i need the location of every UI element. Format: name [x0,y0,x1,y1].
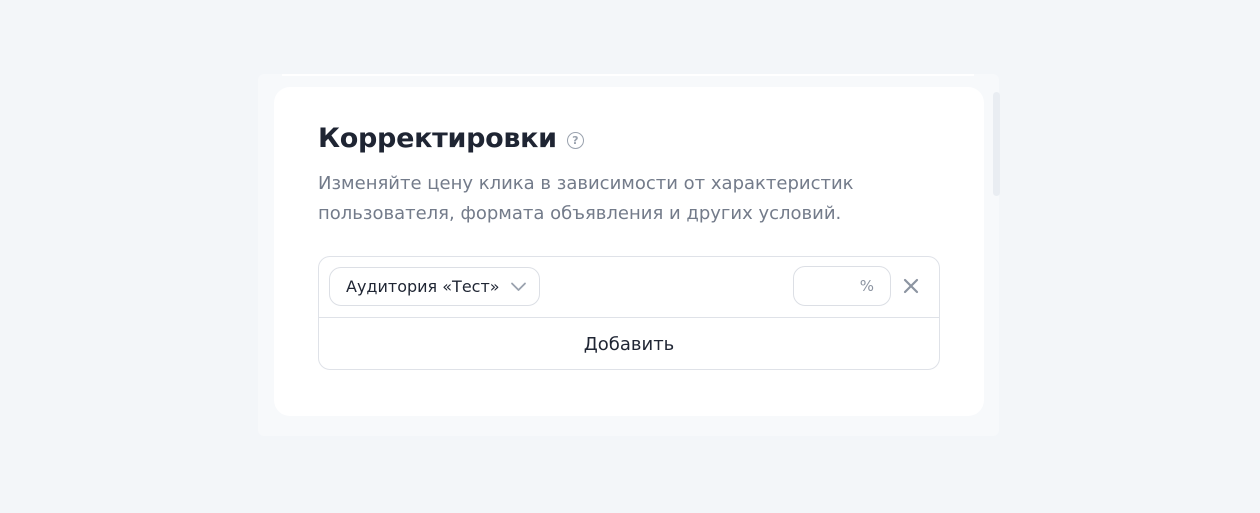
panel-top-divider [282,74,974,76]
add-button[interactable]: Добавить [319,318,939,370]
percent-sign: % [859,277,874,295]
page-title: Корректировки [318,123,557,154]
audience-select-label: Аудитория «Тест» [346,277,500,296]
section-description: Изменяйте цену клика в зависимости от ха… [318,173,854,224]
question-circle-icon[interactable]: ? [566,131,584,149]
adjustments-list: Аудитория «Тест» % Добавить [318,256,940,370]
close-icon[interactable] [902,277,920,295]
title-row: Корректировки ? [318,123,584,154]
adjustments-card: Корректировки ? Изменяйте цену клика в з… [274,87,984,416]
chevron-down-icon [510,282,526,291]
audience-select[interactable]: Аудитория «Тест» [329,267,540,306]
scrollbar-thumb[interactable] [993,92,1000,196]
adjustment-row: Аудитория «Тест» % [319,257,939,318]
percent-input[interactable]: % [793,266,891,306]
